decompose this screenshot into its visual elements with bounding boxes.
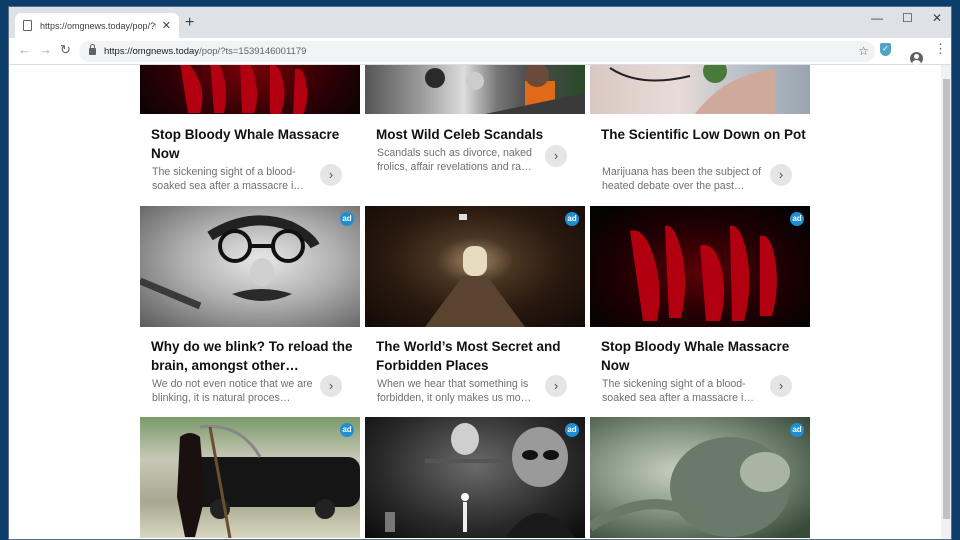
article-image[interactable]: ad bbox=[590, 417, 810, 538]
page-content: Stop Bloody Whale Massacre Now The sicke… bbox=[9, 65, 941, 539]
bookmark-star-icon[interactable]: ☆ bbox=[858, 44, 869, 58]
article-image[interactable] bbox=[590, 65, 810, 114]
article-image[interactable]: ad bbox=[365, 206, 585, 327]
celebrities-collage-image bbox=[425, 65, 585, 114]
article-image[interactable]: ad bbox=[140, 206, 360, 327]
ad-badge: ad bbox=[565, 212, 579, 226]
tab-title: https://omgnews.today/pop/?ts= bbox=[40, 20, 156, 31]
article-description: When we hear that something is forbidden… bbox=[377, 378, 532, 404]
lock-icon bbox=[89, 44, 96, 55]
ad-badge: ad bbox=[790, 423, 804, 437]
maximize-button[interactable]: ☐ bbox=[902, 11, 913, 25]
browser-tab[interactable]: https://omgnews.today/pop/?ts= ✕ bbox=[15, 13, 179, 38]
new-tab-button[interactable]: + bbox=[185, 14, 194, 32]
chevron-right-icon[interactable]: › bbox=[320, 375, 342, 397]
article-description: We do not even notice that we are blinki… bbox=[152, 378, 313, 404]
article-image[interactable]: ad bbox=[365, 417, 585, 538]
reload-icon[interactable]: ↻ bbox=[60, 42, 71, 58]
page-scrollbar[interactable] bbox=[941, 65, 951, 539]
back-icon[interactable]: ← bbox=[18, 42, 31, 57]
browser-toolbar: ← → ↻ https://omgnews.today /pop/?ts=153… bbox=[9, 38, 951, 65]
chevron-right-icon[interactable]: › bbox=[770, 164, 792, 186]
article-image[interactable] bbox=[140, 65, 360, 114]
article-description: Scandals such as divorce, naked frolics,… bbox=[377, 147, 532, 173]
close-window-button[interactable]: ✕ bbox=[932, 11, 942, 25]
chevron-right-icon[interactable]: › bbox=[545, 145, 567, 167]
url-host: https://omgnews.today bbox=[104, 46, 200, 57]
article-title[interactable]: Stop Bloody Whale Massacre Now bbox=[601, 337, 811, 375]
browser-window: https://omgnews.today/pop/?ts= ✕ + — ☐ ✕… bbox=[8, 6, 952, 540]
article-image[interactable] bbox=[365, 65, 585, 114]
chevron-right-icon[interactable]: › bbox=[320, 164, 342, 186]
hand-holding-cannabis-image bbox=[609, 65, 775, 114]
alien-skull-image bbox=[385, 423, 575, 538]
minimize-button[interactable]: — bbox=[871, 11, 883, 25]
article-title[interactable]: The World’s Most Secret and Forbidden Pl… bbox=[376, 337, 586, 375]
chevron-right-icon[interactable]: › bbox=[545, 375, 567, 397]
ad-badge: ad bbox=[565, 423, 579, 437]
forward-icon[interactable]: → bbox=[39, 42, 52, 57]
article-image[interactable]: ad bbox=[590, 206, 810, 327]
ad-badge: ad bbox=[340, 212, 354, 226]
scrollbar-thumb[interactable] bbox=[943, 79, 950, 519]
bloody-hands-image bbox=[630, 225, 777, 321]
tunnel-image bbox=[425, 214, 525, 327]
url-path: /pop/?ts=1539146001179 bbox=[199, 46, 307, 57]
page-icon bbox=[23, 20, 32, 31]
ad-badge: ad bbox=[340, 423, 354, 437]
article-title[interactable]: Most Wild Celeb Scandals bbox=[376, 125, 586, 144]
article-title[interactable]: Stop Bloody Whale Massacre Now bbox=[151, 125, 361, 163]
baby-face-image bbox=[590, 437, 790, 537]
address-bar[interactable]: https://omgnews.today /pop/?ts=153914600… bbox=[79, 41, 875, 62]
groucho-glasses-image bbox=[140, 215, 320, 310]
extension-shield-icon[interactable]: ✓ bbox=[880, 43, 891, 56]
menu-icon[interactable]: ⋮ bbox=[934, 42, 947, 55]
bloody-hands-image bbox=[180, 65, 308, 114]
article-title[interactable]: Why do we blink? To reload the brain, am… bbox=[151, 337, 361, 375]
article-description: The sickening sight of a blood-soaked se… bbox=[602, 378, 754, 404]
article-title[interactable]: The Scientific Low Down on Pot bbox=[601, 125, 811, 144]
article-image[interactable]: ad bbox=[140, 417, 360, 538]
tab-strip: https://omgnews.today/pop/?ts= ✕ + — ☐ ✕ bbox=[9, 7, 951, 38]
ad-badge: ad bbox=[790, 212, 804, 226]
article-description: Marijuana has been the subject of heated… bbox=[602, 166, 762, 192]
close-tab-icon[interactable]: ✕ bbox=[162, 19, 171, 32]
profile-avatar-icon[interactable] bbox=[910, 51, 923, 65]
chevron-right-icon[interactable]: › bbox=[770, 375, 792, 397]
article-description: The sickening sight of a blood-soaked se… bbox=[152, 166, 304, 192]
gothic-woman-hearse-image bbox=[177, 424, 360, 538]
